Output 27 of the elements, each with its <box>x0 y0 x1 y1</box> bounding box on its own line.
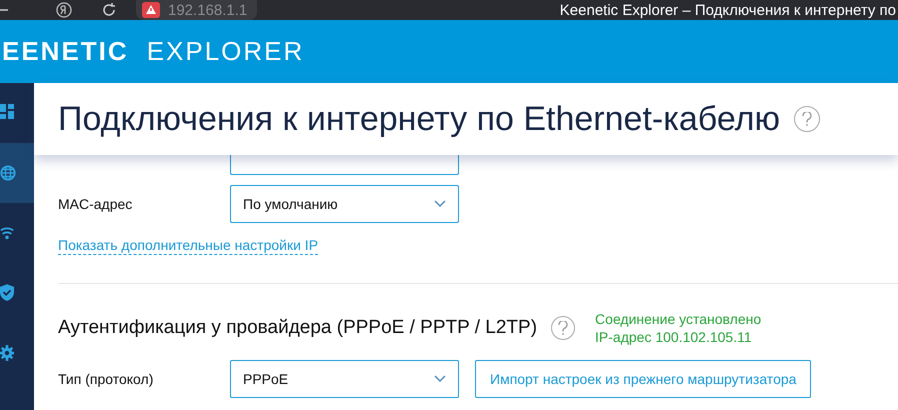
address-text: 192.168.1.1 <box>168 2 248 18</box>
select-field[interactable] <box>230 155 459 175</box>
help-icon[interactable] <box>551 316 576 340</box>
field-label: MAC-адрес <box>58 196 134 212</box>
connection-status: IP-адрес 100.102.105.11 <box>595 328 753 346</box>
sidebar-item[interactable] <box>0 143 34 203</box>
connection-status: Соединение установлено <box>595 310 762 328</box>
product-name: EXPLORER <box>146 36 304 67</box>
chevron-down-icon <box>434 375 446 383</box>
chevron-down-icon <box>434 200 446 208</box>
wifi-icon <box>0 225 14 241</box>
help-icon[interactable] <box>794 106 820 132</box>
globe-icon <box>0 164 16 182</box>
select-field[interactable]: PPPoE <box>230 360 459 398</box>
address-bar[interactable]: 192.168.1.1 <box>136 0 258 20</box>
show-more-link[interactable]: Показать дополнительные настройки IP <box>58 237 318 255</box>
tab-title: Keenetic Explorer – Подключения к интернету по <box>560 2 896 18</box>
page-title: Подключения к интернету по Ethernet-кабелю <box>58 100 780 138</box>
section-title: Аутентификация у провайдера (PPPoE / PPTP / L2TP) <box>58 317 538 339</box>
browser-logo-icon[interactable] <box>56 2 72 18</box>
field-label: Тип (протокол) <box>58 371 154 387</box>
logo-text: EENETIC <box>2 36 129 67</box>
import-settings-button[interactable]: Импорт настроек из прежнего маршрутизатора <box>475 360 812 398</box>
warning-icon <box>142 2 160 18</box>
reload-icon[interactable] <box>102 3 116 17</box>
select-field[interactable]: По умолчанию <box>230 185 459 223</box>
dashboard-icon <box>0 104 14 122</box>
